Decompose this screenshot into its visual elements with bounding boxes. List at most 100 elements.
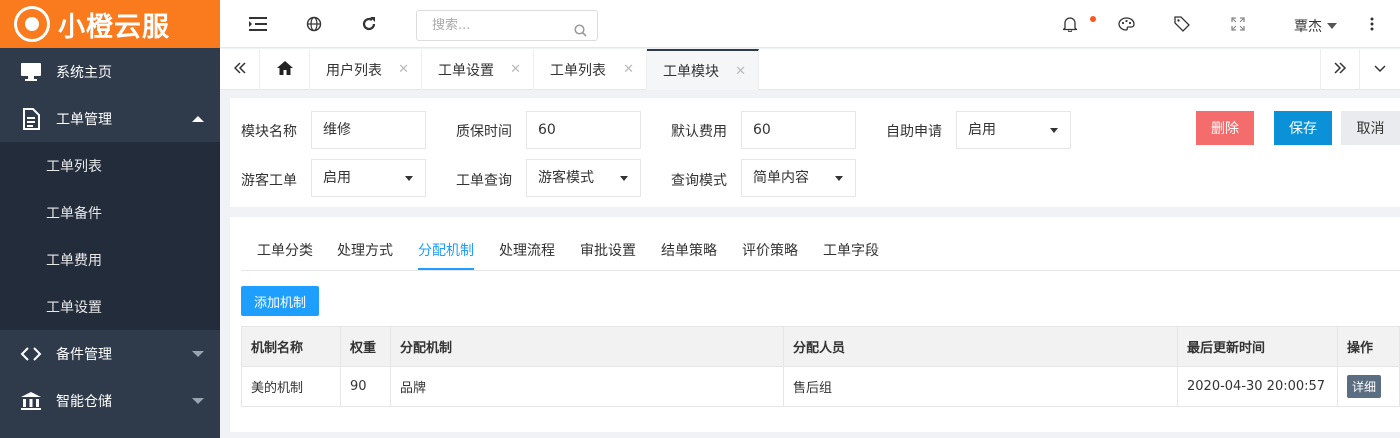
caret-down-icon <box>1327 23 1337 29</box>
guest-select[interactable]: 启用 <box>311 159 426 197</box>
subtab-process[interactable]: 处理流程 <box>499 240 555 260</box>
tab-label: 工单设置 <box>438 62 494 79</box>
close-icon[interactable]: ✕ <box>735 64 746 79</box>
bell-icon[interactable] <box>1060 14 1080 34</box>
close-icon[interactable]: ✕ <box>510 62 521 77</box>
delete-button[interactable]: 删除 <box>1196 111 1254 145</box>
home-icon <box>276 60 294 80</box>
column-header: 分配人员 <box>783 326 1178 367</box>
subtab-category[interactable]: 工单分类 <box>257 240 313 260</box>
tab-workorder-module[interactable]: 工单模块 ✕ <box>647 49 759 90</box>
caret-down-icon <box>620 176 628 181</box>
tabs-menu-button[interactable] <box>1360 49 1400 90</box>
tab-label: 工单列表 <box>550 62 606 79</box>
caret-down-icon <box>835 176 843 181</box>
save-button[interactable]: 保存 <box>1274 111 1332 145</box>
logo-icon <box>14 6 50 42</box>
column-header: 操作 <box>1337 326 1400 367</box>
sidebar: 小橙云服 系统主页 工单管理 工单列表 工单备件 工单费用 工单设置 备件管理 … <box>0 0 220 438</box>
sidebar-submenu: 工单列表 工单备件 工单费用 工单设置 <box>0 142 220 330</box>
menu-toggle-icon[interactable] <box>248 14 268 34</box>
default-fee-input[interactable]: 60 <box>741 111 856 149</box>
add-mechanism-button[interactable]: 添加机制 <box>241 286 319 316</box>
tab-user-list[interactable]: 用户列表 ✕ <box>310 49 422 90</box>
refresh-icon[interactable] <box>359 14 379 34</box>
subtab-approval[interactable]: 审批设置 <box>580 240 636 260</box>
sidebar-item-home[interactable]: 系统主页 <box>0 48 220 95</box>
self-apply-value: 启用 <box>968 122 996 138</box>
search-icon[interactable] <box>574 19 587 48</box>
detail-button[interactable]: 详细 <box>1347 375 1382 398</box>
cell-assignee: 售后组 <box>783 366 1178 407</box>
fullscreen-icon[interactable] <box>1228 14 1248 34</box>
module-form-panel: 模块名称 维修 质保时间 60 默认费用 60 自助申请 启用 删除 保存 取消… <box>230 98 1400 207</box>
tabs-scroll-left-button[interactable] <box>220 49 260 90</box>
subtab-fields[interactable]: 工单字段 <box>823 240 879 260</box>
monitor-icon <box>20 61 42 83</box>
self-apply-label: 自助申请 <box>886 124 942 140</box>
column-header: 权重 <box>340 326 391 367</box>
tab-workorder-settings[interactable]: 工单设置 ✕ <box>422 49 534 90</box>
chevron-down-icon <box>192 397 204 404</box>
tab-workorder-list[interactable]: 工单列表 ✕ <box>534 49 647 90</box>
query-mode-label: 查询模式 <box>671 173 727 189</box>
warranty-label: 质保时间 <box>456 124 512 140</box>
double-chevron-right-icon <box>1334 61 1347 78</box>
sidebar-item-workorder[interactable]: 工单管理 <box>0 95 220 142</box>
guest-value: 启用 <box>323 170 351 186</box>
column-header: 分配机制 <box>390 326 784 367</box>
cell-action: 详细 <box>1337 366 1400 407</box>
chevron-down-icon <box>192 350 204 357</box>
search-input[interactable]: 搜索... <box>416 10 598 41</box>
tab-label: 工单模块 <box>663 63 719 80</box>
sidebar-subitem-fees[interactable]: 工单费用 <box>0 236 220 283</box>
subtab-handling[interactable]: 处理方式 <box>337 240 393 260</box>
close-icon[interactable]: ✕ <box>623 62 634 77</box>
close-icon[interactable]: ✕ <box>398 62 409 77</box>
sidebar-subitem-list[interactable]: 工单列表 <box>0 142 220 189</box>
tabs-scroll-right-button[interactable] <box>1320 49 1360 90</box>
module-name-value: 维修 <box>323 122 351 138</box>
warehouse-icon <box>20 390 42 412</box>
warranty-input[interactable]: 60 <box>526 111 641 149</box>
logo[interactable]: 小橙云服 <box>0 0 220 48</box>
tab-home[interactable] <box>260 49 310 90</box>
self-apply-select[interactable]: 启用 <box>956 111 1071 149</box>
query-label: 工单查询 <box>456 173 512 189</box>
user-menu[interactable]: 覃杰 <box>1294 16 1337 36</box>
cancel-button[interactable]: 取消 <box>1341 111 1400 145</box>
subtab-divider <box>241 270 1400 271</box>
default-fee-value: 60 <box>753 122 771 138</box>
module-name-input[interactable]: 维修 <box>311 111 426 149</box>
caret-down-icon <box>1050 128 1058 133</box>
user-name: 覃杰 <box>1294 19 1322 35</box>
double-chevron-left-icon <box>233 61 246 78</box>
active-subtab-indicator <box>418 268 474 270</box>
column-header: 机制名称 <box>241 326 341 367</box>
search-placeholder: 搜索... <box>432 18 471 33</box>
top-bar: 搜索... 覃杰 <box>220 0 1400 48</box>
query-mode-select[interactable]: 简单内容 <box>741 159 856 197</box>
query-select[interactable]: 游客模式 <box>526 159 641 197</box>
tag-icon[interactable] <box>1172 14 1192 34</box>
cell-name: 美的机制 <box>241 366 341 407</box>
sidebar-subitem-settings[interactable]: 工单设置 <box>0 283 220 330</box>
tab-label: 用户列表 <box>326 62 382 79</box>
palette-icon[interactable] <box>1116 14 1136 34</box>
table-row: 美的机制 90 品牌 售后组 2020-04-30 20:00:57 详细 <box>241 366 1400 407</box>
guest-label: 游客工单 <box>241 173 297 189</box>
page-tabs: 用户列表 ✕ 工单设置 ✕ 工单列表 ✕ 工单模块 ✕ <box>220 49 1400 90</box>
mechanism-table: 机制名称 权重 分配机制 分配人员 最后更新时间 操作 美的机制 90 品牌 售… <box>241 326 1400 407</box>
more-vertical-icon[interactable] <box>1362 14 1382 34</box>
notification-dot <box>1090 16 1096 22</box>
subtab-closing[interactable]: 结单策略 <box>661 240 717 260</box>
subtab-evaluation[interactable]: 评价策略 <box>742 240 798 260</box>
parts-icon <box>20 343 42 365</box>
subtab-assignment[interactable]: 分配机制 <box>418 240 474 260</box>
query-value: 游客模式 <box>538 170 594 186</box>
sidebar-item-parts[interactable]: 备件管理 <box>0 330 220 377</box>
globe-icon[interactable] <box>304 14 324 34</box>
warranty-value: 60 <box>538 122 556 138</box>
sidebar-item-warehouse[interactable]: 智能仓储 <box>0 377 220 424</box>
sidebar-subitem-parts[interactable]: 工单备件 <box>0 189 220 236</box>
